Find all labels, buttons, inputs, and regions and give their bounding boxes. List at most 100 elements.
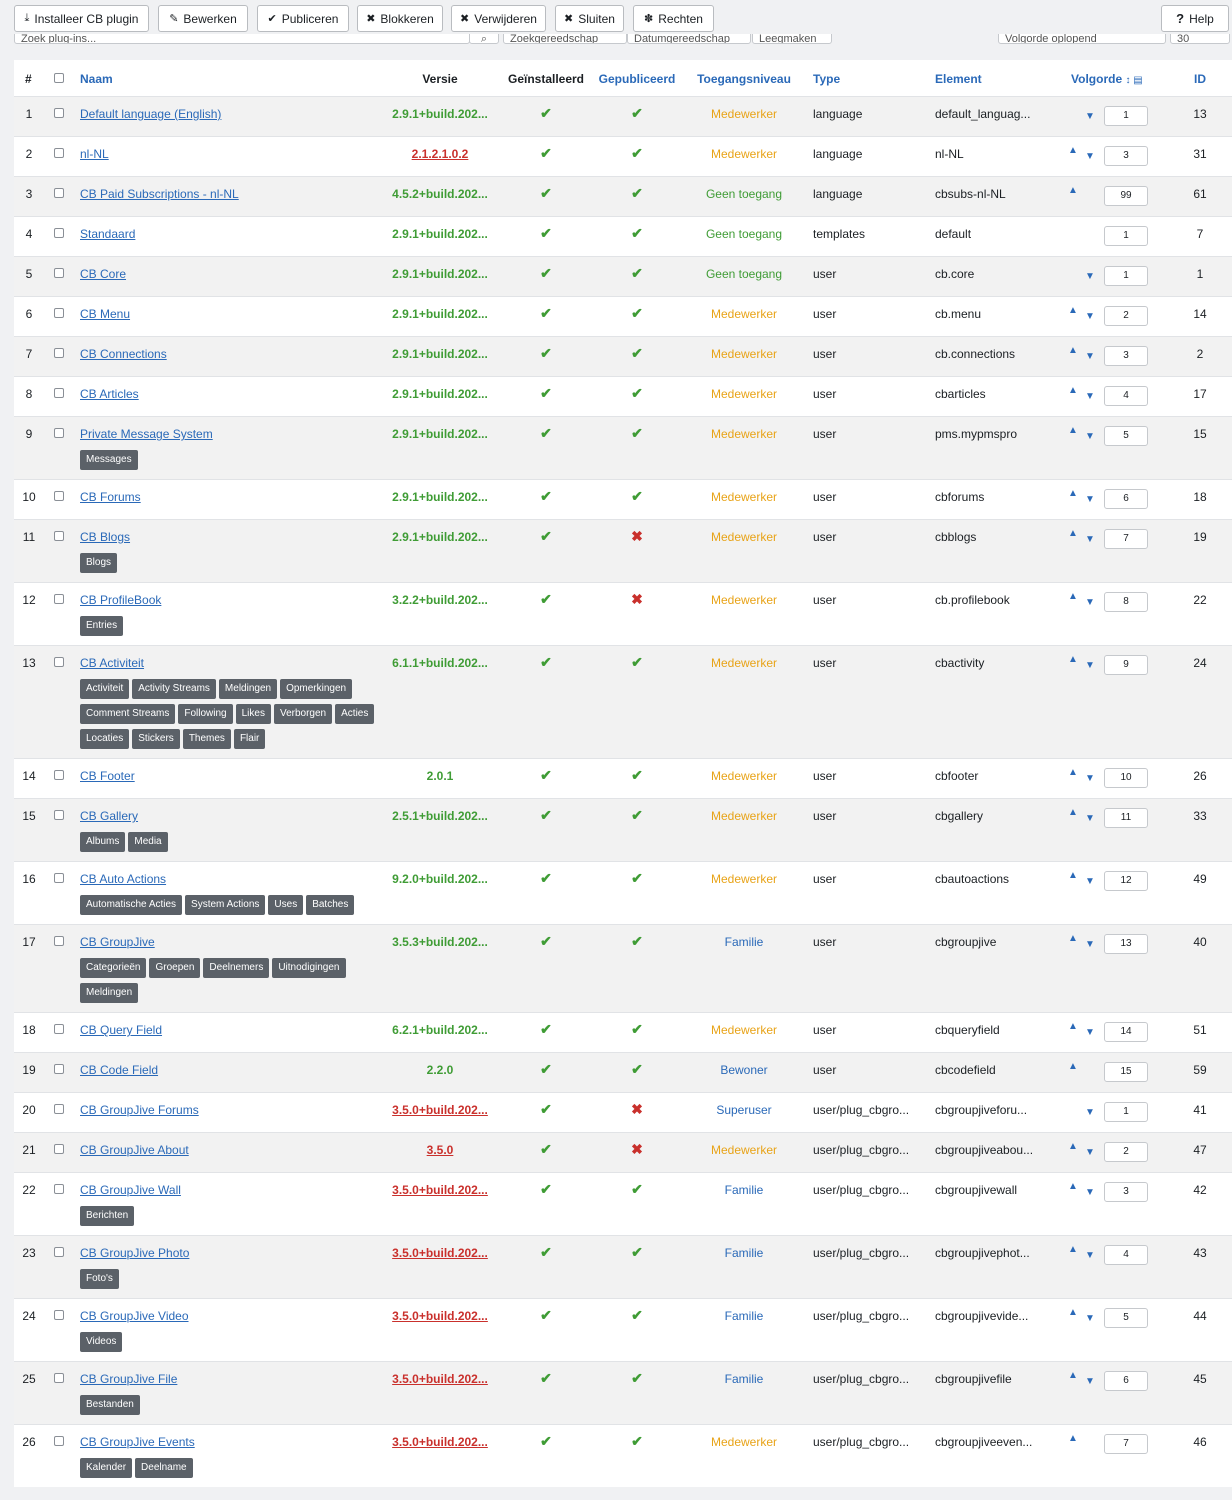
plugin-version[interactable]: 3.5.0+build.202...	[360, 1246, 520, 1260]
row-checkbox[interactable]	[54, 388, 64, 398]
row-checkbox[interactable]	[54, 308, 64, 318]
unpublished-x-icon[interactable]: ✖	[631, 591, 643, 608]
rights-button[interactable]: ✽ Rechten	[633, 5, 714, 32]
plugin-tag-button[interactable]: Meldingen	[80, 983, 139, 1003]
order-down-icon[interactable]: ▼	[1085, 1147, 1095, 1158]
col-type[interactable]: Type	[813, 72, 840, 86]
order-up-icon[interactable]: ▲	[1068, 345, 1078, 356]
published-check-icon[interactable]: ✔	[631, 105, 643, 122]
published-check-icon[interactable]: ✔	[631, 1244, 643, 1261]
close-button[interactable]: ✖ Sluiten	[555, 5, 624, 32]
order-down-icon[interactable]: ▼	[1085, 311, 1095, 322]
order-down-icon[interactable]: ▼	[1085, 534, 1095, 545]
plugin-tag-button[interactable]: Meldingen	[218, 679, 278, 699]
plugin-tag-button[interactable]: Deelnemers	[203, 958, 270, 978]
published-check-icon[interactable]: ✔	[631, 654, 643, 671]
order-down-icon[interactable]: ▼	[1085, 813, 1095, 824]
row-checkbox[interactable]	[54, 268, 64, 278]
order-up-icon[interactable]: ▲	[1068, 933, 1078, 944]
row-checkbox[interactable]	[54, 1064, 64, 1074]
plugin-name-link[interactable]: CB Paid Subscriptions - nl-NL	[80, 187, 239, 201]
unpublished-x-icon[interactable]: ✖	[631, 1141, 643, 1158]
row-checkbox[interactable]	[54, 657, 64, 667]
order-input[interactable]: 14	[1104, 1022, 1148, 1042]
row-checkbox[interactable]	[54, 1104, 64, 1114]
plugin-tag-button[interactable]: Automatische Acties	[80, 895, 183, 915]
order-input[interactable]: 7	[1104, 529, 1148, 549]
plugin-tag-button[interactable]: Categorieën	[80, 958, 147, 978]
order-input[interactable]: 5	[1104, 426, 1148, 446]
plugin-name-link[interactable]: CB Footer	[80, 769, 135, 783]
search-input[interactable]: Zoek plug-ins...	[14, 34, 470, 44]
plugin-name-link[interactable]: CB Code Field	[80, 1063, 158, 1077]
order-down-icon[interactable]: ▼	[1085, 351, 1095, 362]
order-input[interactable]: 3	[1104, 346, 1148, 366]
plugin-name-link[interactable]: CB Activiteit	[80, 656, 144, 670]
plugin-tag-button[interactable]: Albums	[80, 832, 126, 852]
published-check-icon[interactable]: ✔	[631, 265, 643, 282]
published-check-icon[interactable]: ✔	[631, 345, 643, 362]
save-order-icon[interactable]: ▤	[1130, 75, 1142, 86]
row-checkbox[interactable]	[54, 1373, 64, 1383]
plugin-version[interactable]: 3.5.0+build.202...	[360, 1435, 520, 1449]
order-down-icon[interactable]: ▼	[1085, 111, 1095, 122]
plugin-version[interactable]: 3.5.0+build.202...	[360, 1372, 520, 1386]
order-input[interactable]: 10	[1104, 768, 1148, 788]
order-down-icon[interactable]: ▼	[1085, 597, 1095, 608]
publish-button[interactable]: ✔ Publiceren	[257, 5, 349, 32]
plugin-tag-button[interactable]: Uitnodigingen	[272, 958, 346, 978]
published-check-icon[interactable]: ✔	[631, 145, 643, 162]
order-input[interactable]: 1	[1104, 226, 1148, 246]
col-id[interactable]: ID	[1194, 72, 1206, 86]
plugin-tag-button[interactable]: Groepen	[149, 958, 201, 978]
published-check-icon[interactable]: ✔	[631, 870, 643, 887]
order-down-icon[interactable]: ▼	[1085, 660, 1095, 671]
order-down-icon[interactable]: ▼	[1085, 876, 1095, 887]
row-checkbox[interactable]	[54, 428, 64, 438]
plugin-tag-button[interactable]: Opmerkingen	[280, 679, 353, 699]
order-input[interactable]: 13	[1104, 934, 1148, 954]
row-checkbox[interactable]	[54, 348, 64, 358]
row-checkbox[interactable]	[54, 188, 64, 198]
published-check-icon[interactable]: ✔	[631, 767, 643, 784]
plugin-name-link[interactable]: CB GroupJive Video	[80, 1309, 189, 1323]
order-input[interactable]: 6	[1104, 489, 1148, 509]
plugin-tag-button[interactable]: Comment Streams	[80, 704, 176, 724]
order-up-icon[interactable]: ▲	[1068, 807, 1078, 818]
unpublished-x-icon[interactable]: ✖	[631, 1101, 643, 1118]
order-input[interactable]: 1	[1104, 1102, 1148, 1122]
plugin-name-link[interactable]: Private Message System	[80, 427, 213, 441]
order-up-icon[interactable]: ▲	[1068, 1433, 1078, 1444]
plugin-tag-button[interactable]: Flair	[233, 729, 266, 749]
plugin-name-link[interactable]: CB GroupJive File	[80, 1372, 177, 1386]
row-checkbox[interactable]	[54, 1310, 64, 1320]
order-input[interactable]: 3	[1104, 146, 1148, 166]
order-down-icon[interactable]: ▼	[1085, 1187, 1095, 1198]
published-check-icon[interactable]: ✔	[631, 1370, 643, 1387]
order-input[interactable]: 6	[1104, 1371, 1148, 1391]
plugin-name-link[interactable]: CB Query Field	[80, 1023, 162, 1037]
order-input[interactable]: 2	[1104, 306, 1148, 326]
plugin-name-link[interactable]: CB Articles	[80, 387, 139, 401]
published-check-icon[interactable]: ✔	[631, 305, 643, 322]
row-checkbox[interactable]	[54, 873, 64, 883]
published-check-icon[interactable]: ✔	[631, 225, 643, 242]
plugin-name-link[interactable]: CB GroupJive About	[80, 1143, 189, 1157]
plugin-tag-button[interactable]: Locaties	[80, 729, 130, 749]
edit-button[interactable]: ✎ Bewerken	[158, 5, 248, 32]
order-down-icon[interactable]: ▼	[1085, 151, 1095, 162]
plugin-name-link[interactable]: nl-NL	[80, 147, 109, 161]
order-input[interactable]: 8	[1104, 592, 1148, 612]
unpublished-x-icon[interactable]: ✖	[631, 528, 643, 545]
row-checkbox[interactable]	[54, 228, 64, 238]
order-input[interactable]: 12	[1104, 871, 1148, 891]
order-down-icon[interactable]: ▼	[1085, 431, 1095, 442]
plugin-name-link[interactable]: CB GroupJive	[80, 935, 155, 949]
row-checkbox[interactable]	[54, 770, 64, 780]
plugin-tag-button[interactable]: Activiteit	[80, 679, 130, 699]
order-down-icon[interactable]: ▼	[1085, 1376, 1095, 1387]
order-down-icon[interactable]: ▼	[1085, 939, 1095, 950]
order-input[interactable]: 11	[1104, 808, 1148, 828]
published-check-icon[interactable]: ✔	[631, 933, 643, 950]
order-down-icon[interactable]: ▼	[1085, 271, 1095, 282]
